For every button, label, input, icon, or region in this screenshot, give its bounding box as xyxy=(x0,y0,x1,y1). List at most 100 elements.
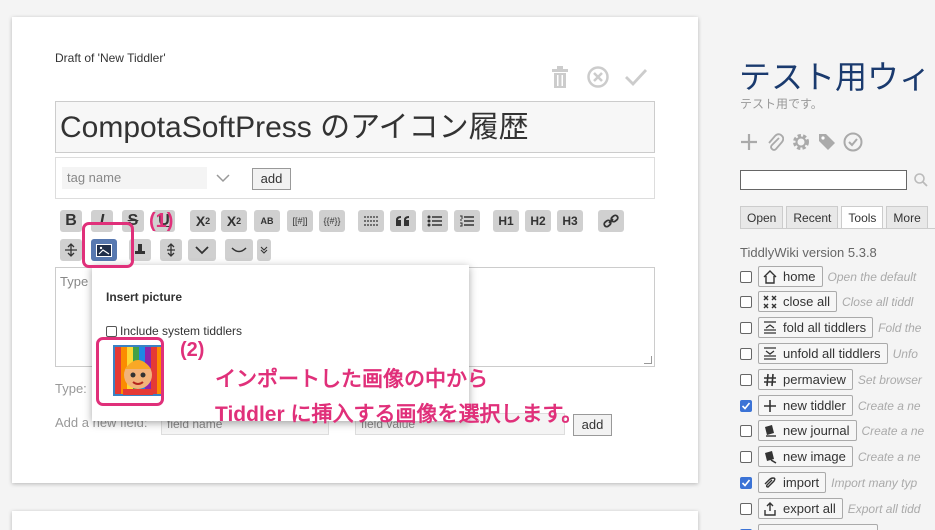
tool-label: home xyxy=(783,269,816,284)
annotation-step1: (1) xyxy=(149,210,174,232)
wikilink-button[interactable]: [[#]] xyxy=(287,210,313,232)
partial-tool-button[interactable] xyxy=(758,524,878,530)
paperclip-icon[interactable] xyxy=(765,131,785,153)
fullscreen-icon[interactable] xyxy=(60,239,82,261)
subscript-base: X xyxy=(226,213,237,229)
include-system-checkbox[interactable]: Include system tiddlers xyxy=(106,324,242,338)
import-button[interactable]: import xyxy=(758,472,827,493)
tool-checkbox[interactable] xyxy=(740,295,752,308)
tool-checkbox[interactable] xyxy=(740,270,752,283)
check-circle-icon[interactable] xyxy=(843,131,863,153)
subscript-button[interactable]: X2 xyxy=(221,210,247,232)
tab-more[interactable]: More xyxy=(886,206,928,229)
popup-title: Insert picture xyxy=(106,290,183,304)
highlight-image-thumbnail xyxy=(96,337,164,406)
heading1-button[interactable]: H1 xyxy=(493,210,519,232)
excise-icon[interactable] xyxy=(160,239,182,261)
tool-row-new-journal: new journal Create a ne xyxy=(740,420,924,441)
export-all-button[interactable]: export all xyxy=(758,498,843,519)
gear-icon[interactable] xyxy=(791,131,811,153)
tool-row-partial xyxy=(740,524,878,530)
chevron-down-icon[interactable] xyxy=(212,167,234,189)
tab-tools[interactable]: Tools xyxy=(841,206,884,229)
import-icon xyxy=(764,476,776,488)
permaview-icon xyxy=(764,373,776,386)
tool-description: Create a ne xyxy=(857,398,921,413)
done-icon[interactable] xyxy=(623,64,649,90)
title-input[interactable]: CompotaSoftPress のアイコン履歴 xyxy=(55,101,655,153)
permaview-button[interactable]: permaview xyxy=(758,369,853,390)
monospace-block-icon[interactable] xyxy=(358,210,384,232)
journal-icon xyxy=(765,424,776,437)
annotation-step2: (2) xyxy=(180,339,205,361)
tool-checkbox[interactable] xyxy=(740,502,752,515)
superscript-button[interactable]: X2 xyxy=(190,210,216,232)
more-chevron-icon[interactable] xyxy=(188,239,216,261)
home-button[interactable]: home xyxy=(758,266,823,287)
tab-recent[interactable]: Recent xyxy=(786,206,839,229)
tool-checkbox[interactable] xyxy=(740,347,752,360)
quote-icon[interactable] xyxy=(390,210,416,232)
sidebar-search-input[interactable] xyxy=(740,170,907,190)
preview-type-chevron-icon[interactable] xyxy=(257,239,271,261)
tool-checkbox[interactable] xyxy=(740,424,752,437)
tool-label: new journal xyxy=(783,423,850,438)
tool-checkbox[interactable] xyxy=(740,450,752,463)
image-icon xyxy=(765,450,777,464)
tool-checkbox-checked[interactable] xyxy=(740,399,752,412)
tab-open[interactable]: Open xyxy=(740,206,784,229)
tool-description: Import many typ xyxy=(831,475,918,490)
numbered-list-icon[interactable] xyxy=(454,210,480,232)
bulleted-list-icon[interactable] xyxy=(422,210,448,232)
editor-controls xyxy=(547,64,649,90)
heading2-button[interactable]: H2 xyxy=(525,210,551,232)
tool-description: Create a ne xyxy=(857,449,921,464)
delete-icon[interactable] xyxy=(547,64,573,90)
cancel-icon[interactable] xyxy=(585,64,611,90)
preview-toggle-icon[interactable] xyxy=(225,239,253,261)
fold-all-icon xyxy=(764,320,776,334)
new-image-button[interactable]: new image xyxy=(758,446,853,467)
smallcaps-button[interactable]: AB xyxy=(254,210,280,232)
new-tiddler-button[interactable]: new tiddler xyxy=(758,395,853,416)
fold-all-button[interactable]: fold all tiddlers xyxy=(758,317,874,338)
tool-description: Close all tiddl xyxy=(841,294,914,309)
transclude-button[interactable]: {{#}} xyxy=(319,210,345,232)
unfold-all-button[interactable]: unfold all tiddlers xyxy=(758,343,888,364)
tool-label: new tiddler xyxy=(783,398,846,413)
search-icon[interactable] xyxy=(913,172,929,193)
plus-icon[interactable] xyxy=(739,131,759,153)
tag-icon[interactable] xyxy=(817,131,837,153)
tool-row-home: home Open the default xyxy=(740,266,916,287)
checkbox-box[interactable] xyxy=(106,325,117,337)
annotation-line2: Tiddler に挿入する画像を選択します。 xyxy=(215,403,583,426)
heading3-button[interactable]: H3 xyxy=(557,210,583,232)
tool-checkbox[interactable] xyxy=(740,321,752,334)
tool-row-import: import Import many typ xyxy=(740,472,917,493)
annotation-line1: インポートした画像の中から xyxy=(215,368,488,391)
site-title: テスト用ウィ xyxy=(739,59,932,95)
tool-row-new-tiddler: new tiddler Create a ne xyxy=(740,395,921,416)
resize-grip-icon[interactable] xyxy=(644,356,652,364)
tool-row-fold-all: fold all tiddlers Fold the xyxy=(740,317,921,338)
new-journal-button[interactable]: new journal xyxy=(758,420,857,441)
tool-row-close-all: close all Close all tiddl xyxy=(740,291,913,312)
tag-add-button[interactable]: add xyxy=(252,168,291,190)
tag-name-input[interactable]: tag name xyxy=(62,167,207,189)
tool-checkbox-checked[interactable] xyxy=(740,476,752,489)
superscript-mark: 2 xyxy=(205,216,211,226)
close-all-button[interactable]: close all xyxy=(758,291,837,312)
sidebar-tabs: Open Recent Tools More xyxy=(740,206,928,229)
superscript-base: X xyxy=(195,213,206,229)
tool-label: unfold all tiddlers xyxy=(783,346,881,361)
bold-button[interactable]: B xyxy=(60,210,82,232)
type-label: Type: xyxy=(55,381,87,396)
checkmark-icon xyxy=(741,401,751,410)
tool-checkbox[interactable] xyxy=(740,373,752,386)
tag-editor: tag name add xyxy=(55,157,655,199)
unfold-all-icon xyxy=(764,346,776,360)
plus-icon xyxy=(764,399,776,412)
tool-description: Open the default xyxy=(827,269,917,284)
link-icon[interactable] xyxy=(598,210,624,232)
subscript-mark: 2 xyxy=(236,216,242,226)
